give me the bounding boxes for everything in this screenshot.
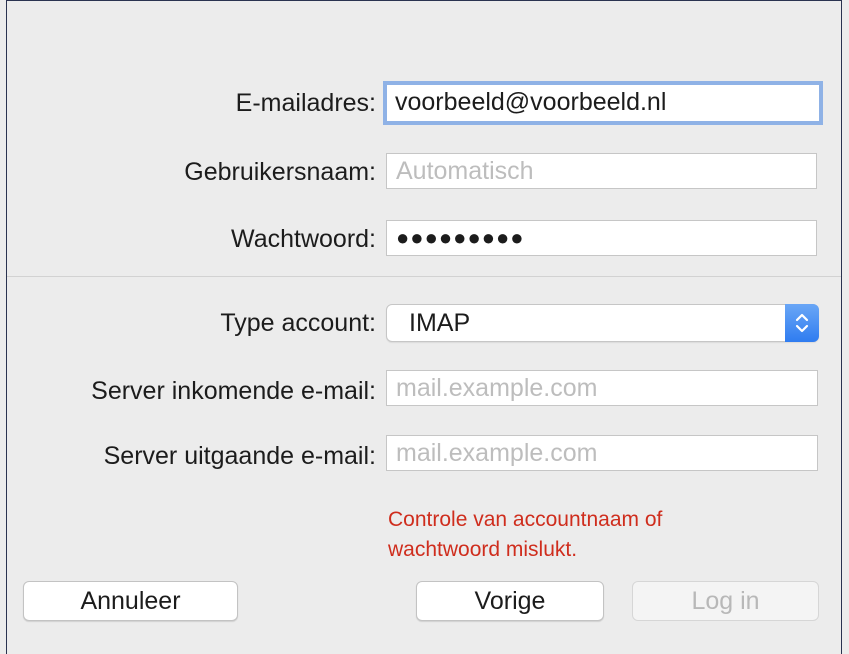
error-line-1: Controle van accountnaam of — [388, 508, 663, 531]
account-type-value: IMAP — [409, 309, 471, 337]
username-label: Gebruikersnaam: — [184, 158, 376, 186]
login-button[interactable]: Log in — [632, 581, 819, 621]
incoming-server-label: Server inkomende e-mail: — [91, 377, 376, 405]
up-down-chevron-icon — [785, 304, 819, 342]
incoming-server-field[interactable]: mail.example.com — [386, 370, 818, 406]
account-type-select[interactable]: IMAP — [386, 304, 819, 342]
outgoing-server-label: Server uitgaande e-mail: — [103, 442, 376, 470]
back-button[interactable]: Vorige — [416, 581, 604, 621]
email-field[interactable]: voorbeeld@voorbeeld.nl — [383, 81, 823, 125]
error-message: Controle van accountnaam of wachtwoord m… — [388, 505, 662, 565]
cancel-button[interactable]: Annuleer — [23, 581, 238, 621]
email-label: E-mailadres: — [235, 89, 376, 117]
outgoing-server-field[interactable]: mail.example.com — [386, 435, 818, 471]
password-field[interactable]: ●●●●●●●●● — [386, 220, 817, 256]
username-field[interactable]: Automatisch — [386, 153, 817, 189]
section-divider — [7, 276, 841, 277]
account-type-label: Type account: — [220, 309, 376, 337]
error-line-2: wachtwoord mislukt. — [388, 538, 578, 561]
password-label: Wachtwoord: — [231, 225, 376, 253]
